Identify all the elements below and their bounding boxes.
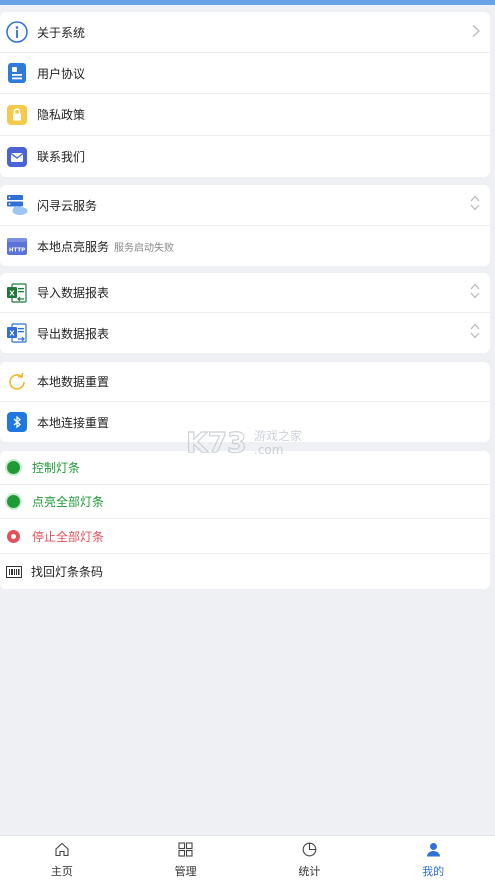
about-group: 关于系统 用户协议 隐私政策 联系我们	[0, 12, 490, 177]
menu-item-label: 本地数据重置	[37, 375, 110, 389]
watermark-domain: .com	[254, 443, 283, 457]
cloud-server-icon	[6, 194, 28, 216]
menu-item-cloud-service[interactable]: 闪寻云服务	[0, 185, 490, 226]
info-icon	[6, 21, 28, 43]
service-status-text: 服务启动失败	[114, 242, 175, 254]
home-icon	[54, 842, 70, 861]
site-watermark: K73 游戏之家 .com	[185, 424, 316, 460]
tab-label: 管理	[174, 864, 197, 878]
bottom-tab-bar: 主页 管理 统计 我的	[0, 835, 495, 884]
top-accent-bar	[0, 0, 495, 5]
menu-item-label: 导出数据报表	[37, 326, 110, 341]
menu-item-export-report[interactable]: X 导出数据报表	[0, 313, 490, 353]
light-bar-group: 控制灯条 点亮全部灯条 停止全部灯条 找回灯条条码	[0, 451, 490, 589]
menu-item-label: 本地连接重置	[37, 415, 110, 430]
user-icon	[426, 842, 441, 861]
svg-text:HTTP: HTTP	[9, 248, 25, 254]
menu-item-label: 联系我们	[37, 150, 86, 164]
tab-mine[interactable]: 我的	[371, 836, 495, 884]
excel-import-icon: X	[6, 282, 28, 304]
document-icon	[6, 62, 28, 84]
menu-item-privacy-policy[interactable]: 隐私政策	[0, 94, 490, 136]
watermark-cn: 游戏之家	[254, 428, 302, 443]
menu-item-label: 停止全部灯条	[32, 529, 105, 544]
menu-item-label: 用户协议	[37, 66, 86, 81]
stop-icon	[7, 529, 20, 543]
menu-item-label: 关于系统	[37, 25, 86, 40]
refresh-icon	[6, 371, 28, 393]
menu-item-label: 本地点亮服务	[37, 239, 110, 254]
menu-item-contact-us[interactable]: 联系我们	[0, 136, 490, 177]
menu-item-label: 控制灯条	[32, 461, 81, 475]
pie-chart-icon	[302, 842, 317, 861]
tab-label: 主页	[50, 864, 73, 878]
tab-label: 统计	[298, 864, 321, 878]
menu-item-local-light-service[interactable]: HTTP 本地点亮服务 服务启动失败	[0, 226, 490, 266]
chevron-updown-icon	[470, 283, 480, 303]
lock-icon	[6, 104, 28, 126]
menu-item-user-agreement[interactable]: 用户协议	[0, 53, 490, 94]
tab-manage[interactable]: 管理	[124, 836, 248, 884]
mail-icon	[6, 146, 28, 168]
chevron-updown-icon	[470, 195, 480, 215]
barcode-icon	[6, 561, 22, 583]
chevron-updown-icon	[470, 323, 480, 343]
watermark-brand: K73	[186, 426, 247, 459]
menu-item-label: 导入数据报表	[37, 286, 110, 300]
menu-item-local-data-reset[interactable]: 本地数据重置	[0, 362, 490, 402]
menu-item-label: 点亮全部灯条	[32, 495, 105, 509]
bluetooth-icon	[6, 411, 28, 433]
http-icon: HTTP	[6, 235, 28, 257]
excel-export-icon: X	[6, 322, 28, 344]
green-dot-icon	[7, 495, 20, 508]
menu-item-stop-all-bars[interactable]: 停止全部灯条	[0, 519, 490, 554]
grid-icon	[178, 841, 193, 861]
menu-item-label: 闪寻云服务	[37, 198, 98, 213]
tab-label: 我的	[422, 864, 445, 878]
svg-text:X: X	[9, 289, 15, 297]
report-group: X 导入数据报表 X 导出数据报表	[0, 273, 490, 353]
menu-item-import-report[interactable]: X 导入数据报表	[0, 273, 490, 313]
menu-item-label: 隐私政策	[37, 108, 86, 122]
menu-item-about[interactable]: 关于系统	[0, 12, 490, 53]
menu-item-label: 找回灯条条码	[31, 565, 104, 579]
menu-item-light-all-bars[interactable]: 点亮全部灯条	[0, 485, 490, 519]
menu-item-recover-barcode[interactable]: 找回灯条条码	[0, 554, 490, 589]
tab-statistics[interactable]: 统计	[248, 836, 372, 884]
svg-text:X: X	[9, 330, 15, 338]
green-dot-icon	[7, 461, 20, 474]
tab-home[interactable]: 主页	[0, 836, 124, 884]
chevron-right-icon	[472, 23, 481, 42]
service-group: 闪寻云服务 HTTP 本地点亮服务 服务启动失败	[0, 185, 490, 266]
